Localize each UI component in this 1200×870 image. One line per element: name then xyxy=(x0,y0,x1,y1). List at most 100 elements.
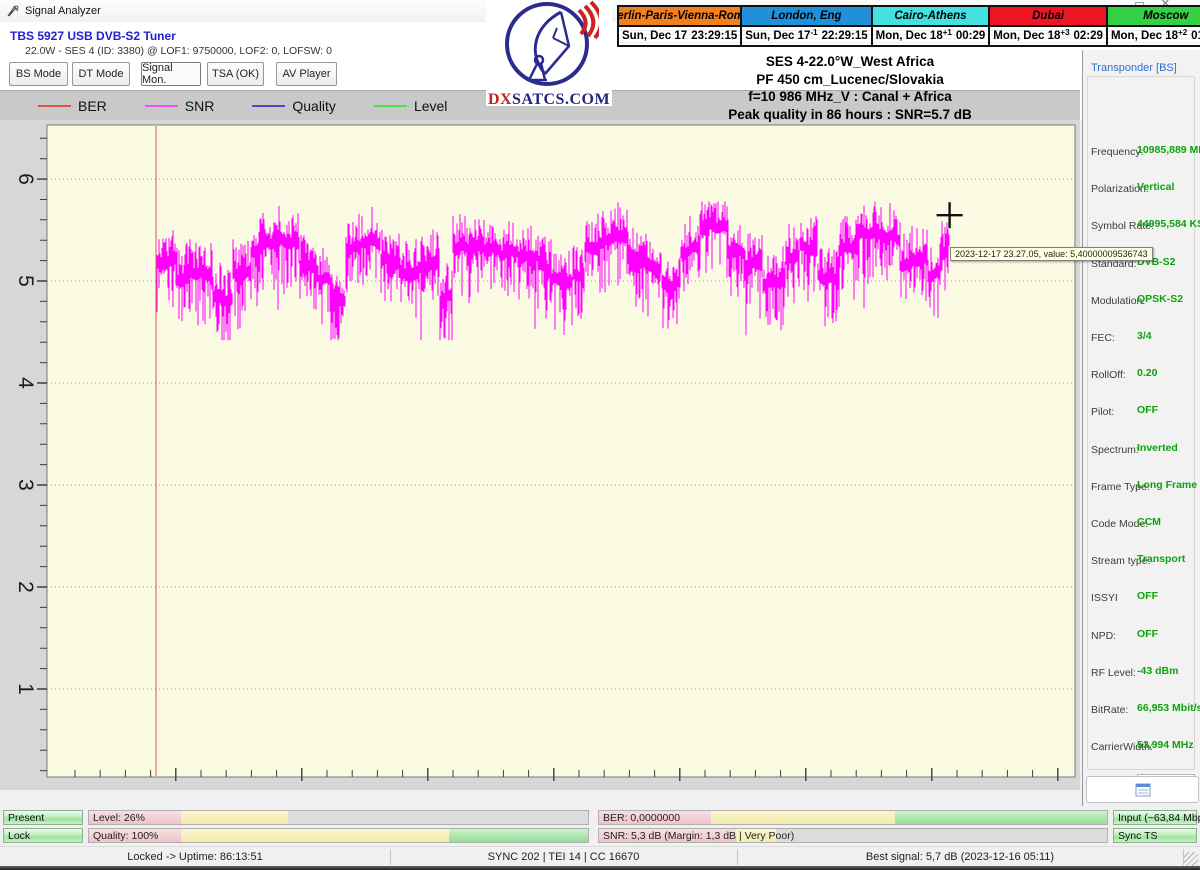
clock-city-3: Dubai xyxy=(990,7,1108,27)
snr-trace-chart[interactable] xyxy=(0,120,1080,790)
input-indicator: Input (~63,84 Mbps) xyxy=(1113,810,1197,825)
clock-time-value: 23:29:15 xyxy=(691,30,737,42)
tp-label: RF Level: xyxy=(1091,667,1136,679)
legend-label: Level xyxy=(414,98,447,114)
tp-label: FEC: xyxy=(1091,332,1115,344)
transponder-sidebar: Transponder [BS] Frequency:10985,889 MHz… xyxy=(1082,50,1200,806)
tp-row-symbol-rate-: Symbol Rate:44995,584 KS/s xyxy=(1091,218,1197,232)
status-sync: SYNC 202 | TEI 14 | CC 16670 xyxy=(390,847,737,867)
status-uptime: Locked -> Uptime: 86:13:51 xyxy=(0,847,390,867)
tp-row-carrierwidth-: CarrierWidth:53,994 MHz xyxy=(1091,739,1197,753)
tp-label: Frequency: xyxy=(1091,146,1144,158)
logo-text: DXSATCS.COM xyxy=(486,91,612,109)
tp-row-frame-type-: Frame Type:Long Frame xyxy=(1091,479,1197,493)
resize-grip[interactable] xyxy=(1184,852,1198,866)
tab-bs-mode[interactable]: BS Mode xyxy=(9,62,68,86)
cursor-tooltip: 2023-12-17 23.27.05, value: 5,4000000953… xyxy=(950,247,1153,261)
tp-row-npd-: NPD: OFF xyxy=(1091,628,1197,642)
tp-row-fec-: FEC:3/4 xyxy=(1091,330,1197,344)
tp-row-spectrum-: Spectrum:Inverted xyxy=(1091,442,1197,456)
status-best-signal: Best signal: 5,7 dB (2023-12-16 05:11) xyxy=(737,847,1183,867)
chart-title-antenna: PF 450 cm_Lucenec/Slovakia xyxy=(615,71,1085,89)
clock-city-4: Moscow xyxy=(1108,7,1200,27)
y-axis-label-1: 1 xyxy=(13,676,37,702)
tp-value: OFF xyxy=(1137,590,1158,602)
clock-time-value: 02:29 xyxy=(1074,30,1103,42)
clock-time-value: 01:29 xyxy=(1191,30,1200,42)
clock-city-1: London, Eng xyxy=(742,7,872,27)
tp-value: -43 dBm xyxy=(1137,665,1178,677)
chart-title-satellite: SES 4-22.0°W_West Africa xyxy=(615,53,1085,71)
tp-row-code-mode-: Code Mode:CCM xyxy=(1091,516,1197,530)
tab-signal-mon-[interactable]: Signal Mon. xyxy=(141,62,201,86)
tab-dt-mode[interactable]: DT Mode xyxy=(72,62,130,86)
legend-item-snr: SNR xyxy=(145,98,215,114)
tp-value: 10985,889 MHz xyxy=(1137,144,1200,156)
clock-time-0: Sun, Dec 17 23:29:15 xyxy=(619,27,742,45)
tp-value: 53,994 MHz xyxy=(1137,739,1194,751)
lock-indicator: Lock xyxy=(3,828,83,843)
tab-av-player[interactable]: AV Player xyxy=(276,62,337,86)
signal-analyzer-window: ▭✕ Signal Analyzer TBS 5927 USB DVB-S2 T… xyxy=(0,0,1200,870)
stream-list-button[interactable] xyxy=(1086,776,1199,803)
clock-utc-offset: -1 xyxy=(810,28,821,37)
snr-chart-panel[interactable]: 123456 xyxy=(0,120,1080,790)
bottom-edge xyxy=(0,866,1200,870)
tp-row-stream-type-: Stream type:Transport xyxy=(1091,553,1197,567)
tp-label: NPD: xyxy=(1091,630,1116,642)
tp-row-modulation-: Modulation:QPSK-S2 xyxy=(1091,293,1197,307)
clock-time-1: Sun, Dec 17-122:29:15 xyxy=(742,27,872,45)
tp-label: Pilot: xyxy=(1091,406,1114,418)
tp-value: OFF xyxy=(1137,628,1158,640)
tp-value: CCM xyxy=(1137,516,1161,528)
legend-label: BER xyxy=(78,98,107,114)
level-label: Level: 26% xyxy=(93,812,145,824)
tp-row-rf-level-: RF Level:-43 dBm xyxy=(1091,665,1197,679)
tp-row-frequency-: Frequency:10985,889 MHz xyxy=(1091,144,1197,158)
legend-color-swatch xyxy=(252,105,285,107)
y-axis-label-2: 2 xyxy=(13,574,37,600)
legend-color-swatch xyxy=(374,105,407,107)
tp-label: ISSYI xyxy=(1091,592,1118,604)
clock-city-0: Berlin-Paris-Vienna-Roma xyxy=(619,7,742,27)
legend-color-swatch xyxy=(145,105,178,107)
clock-date: Sun, Dec 17 xyxy=(622,30,687,42)
clock-utc-offset: +1 xyxy=(943,28,956,37)
tab-tsa-ok-[interactable]: TSA (OK) xyxy=(207,62,264,86)
clock-utc-offset: +2 xyxy=(1178,28,1191,37)
tp-value: Vertical xyxy=(1137,181,1174,193)
chart-title-block: SES 4-22.0°W_West Africa PF 450 cm_Lucen… xyxy=(615,53,1085,123)
tp-value: Inverted xyxy=(1137,442,1178,454)
tp-row-issyi: ISSYI OFF xyxy=(1091,590,1197,604)
y-axis-label-6: 6 xyxy=(13,166,37,192)
tp-row-rolloff-: RollOff:0.20 xyxy=(1091,367,1197,381)
tp-label: Spectrum: xyxy=(1091,444,1139,456)
chart-title-frequency: f=10 986 MHz_V : Canal + Africa xyxy=(615,88,1085,106)
clock-city-2: Cairo-Athens xyxy=(873,7,991,27)
y-axis-label-4: 4 xyxy=(13,370,37,396)
tuner-settings: 22.0W - SES 4 (ID: 3380) @ LOF1: 9750000… xyxy=(25,45,332,57)
tp-row-pilot-: Pilot: OFF xyxy=(1091,404,1197,418)
world-clock-table: Berlin-Paris-Vienna-RomaLondon, EngCairo… xyxy=(617,5,1200,47)
clock-time-3: Mon, Dec 18+302:29 xyxy=(990,27,1108,45)
tp-value: 44995,584 KS/s xyxy=(1137,218,1200,230)
ber-bar: BER: 0,0000000 xyxy=(598,810,1108,825)
y-axis-label-3: 3 xyxy=(13,472,37,498)
transponder-title: Transponder [BS] xyxy=(1091,62,1177,74)
legend-item-level: Level xyxy=(374,98,447,114)
dxsatcs-logo: DXSATCS.COM xyxy=(486,0,612,106)
level-bar: Level: 26% xyxy=(88,810,589,825)
sync-ts-indicator: Sync TS xyxy=(1113,828,1197,843)
list-icon xyxy=(1135,783,1151,797)
tp-value: Transport xyxy=(1137,553,1185,565)
tp-value: OFF xyxy=(1137,404,1158,416)
snr-bar: SNR: 5,3 dB (Margin: 1,3 dB | Very Poor) xyxy=(598,828,1108,843)
quality-bar: Quality: 100% xyxy=(88,828,589,843)
legend-item-quality: Quality xyxy=(252,98,336,114)
tp-row-bitrate-: BitRate:66,953 Mbit/s xyxy=(1091,702,1197,716)
quality-label: Quality: 100% xyxy=(93,830,158,842)
legend-label: Quality xyxy=(292,98,336,114)
window-title: Signal Analyzer xyxy=(25,5,101,17)
satellite-dish-logo-icon xyxy=(499,0,599,88)
tp-value: 66,953 Mbit/s xyxy=(1137,702,1200,714)
